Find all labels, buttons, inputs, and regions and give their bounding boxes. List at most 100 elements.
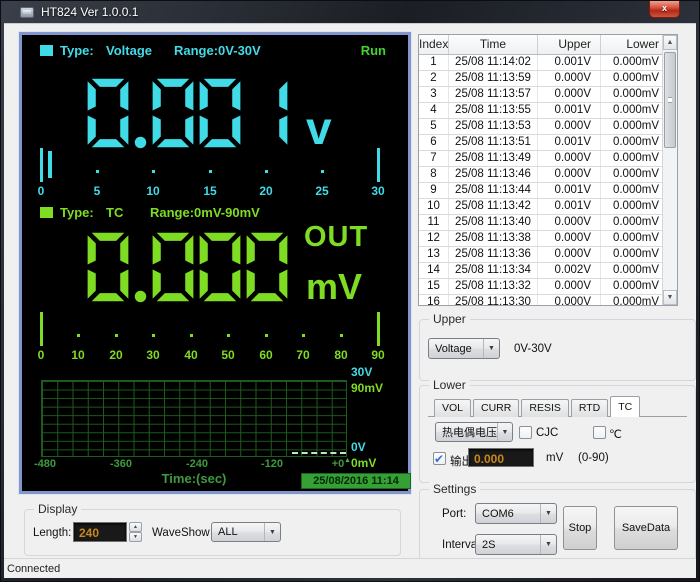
scale-tick-dot: [209, 170, 212, 173]
graph-x-tick: -240: [186, 459, 208, 470]
scale-tick-dot: [152, 334, 155, 337]
table-cell: 25/08 11:13:42: [449, 199, 538, 214]
table-header-cell[interactable]: Upper: [538, 35, 601, 54]
stop-button[interactable]: Stop: [563, 506, 597, 550]
table-row[interactable]: 1425/08 11:13:340.002V0.000mV: [419, 263, 677, 279]
scale-tick-label: 25: [315, 185, 328, 197]
chevron-down-icon: ▼: [264, 523, 280, 541]
tab-vol[interactable]: VOL: [434, 399, 471, 417]
table-row[interactable]: 1225/08 11:13:380.000V0.000mV: [419, 231, 677, 247]
channel-indicator-icon: [40, 207, 53, 218]
status-bar: Connected: [4, 558, 696, 578]
scale-endline: [40, 148, 43, 182]
table-row[interactable]: 525/08 11:13:530.000V0.000mV: [419, 119, 677, 135]
data-table: IndexTimeUpperLower 125/08 11:14:020.001…: [418, 34, 678, 306]
tab-curr[interactable]: CURR: [473, 399, 519, 417]
scroll-up-icon[interactable]: ▲: [663, 35, 677, 50]
scale-tick-label: 0: [38, 185, 45, 197]
table-row[interactable]: 1525/08 11:13:320.000V0.000mV: [419, 279, 677, 295]
spin-down-icon[interactable]: ▼: [129, 532, 142, 542]
table-cell: 0.000mV: [601, 103, 664, 118]
length-spinner[interactable]: ▲ ▼: [129, 522, 142, 542]
table-header-cell[interactable]: Lower: [601, 35, 664, 54]
out-indicator: OUT: [304, 223, 368, 252]
table-cell: 25/08 11:13:44: [449, 183, 538, 198]
tab-rtd[interactable]: RTD: [571, 399, 608, 417]
table-row[interactable]: 1325/08 11:13:360.000V0.000mV: [419, 247, 677, 263]
seven-seg-char: [86, 77, 130, 149]
table-cell: 14: [419, 263, 449, 278]
scale-endline: [377, 148, 380, 182]
scale-tick-dot: [152, 170, 155, 173]
thermocouple-type-select[interactable]: 热电偶电压 ▼: [435, 422, 513, 442]
table-header-cell[interactable]: Index: [419, 35, 449, 54]
table-row[interactable]: 925/08 11:13:440.001V0.000mV: [419, 183, 677, 199]
table-header-cell[interactable]: Time: [449, 35, 538, 54]
seven-seg-char: [133, 231, 148, 303]
interval-select[interactable]: 2S ▼: [475, 534, 557, 555]
output-value-input[interactable]: 0.000: [468, 448, 534, 467]
seven-seg-char: [151, 231, 195, 303]
cjc-checkbox[interactable]: [519, 426, 532, 439]
table-cell: 0.000V: [538, 87, 601, 102]
table-cell: 0.000V: [538, 167, 601, 182]
scale-tick-label: 40: [184, 349, 197, 361]
scale-tick-dot: [96, 170, 99, 173]
waveshow-select[interactable]: ALL ▼: [211, 522, 281, 542]
tab-tc[interactable]: TC: [610, 396, 640, 417]
scale-tick-dot: [340, 334, 343, 337]
celsius-checkbox[interactable]: [593, 426, 606, 439]
upper-scale: 051015202530: [41, 148, 381, 200]
table-row[interactable]: 425/08 11:13:550.001V0.000mV: [419, 103, 677, 119]
table-scrollbar[interactable]: ▲ ▼: [662, 35, 677, 305]
thumb-gripper: [668, 97, 672, 103]
output-checkbox[interactable]: [433, 452, 446, 465]
table-row[interactable]: 625/08 11:13:510.001V0.000mV: [419, 135, 677, 151]
table-cell: 0.000V: [538, 247, 601, 262]
table-row[interactable]: 1025/08 11:13:420.001V0.000mV: [419, 199, 677, 215]
scale-tick-label: 10: [146, 185, 159, 197]
table-cell: 0.001V: [538, 55, 601, 70]
table-row[interactable]: 1125/08 11:13:400.000V0.000mV: [419, 215, 677, 231]
scale-tick-label: 5: [94, 185, 101, 197]
table-cell: 6: [419, 135, 449, 150]
table-cell: 13: [419, 247, 449, 262]
app-icon: [20, 7, 34, 18]
scale-tick-dot: [115, 334, 118, 337]
table-row[interactable]: 725/08 11:13:490.000V0.000mV: [419, 151, 677, 167]
spin-up-icon[interactable]: ▲: [129, 522, 142, 532]
table-cell: 8: [419, 167, 449, 182]
table-cell: 25/08 11:13:59: [449, 71, 538, 86]
table-cell: 0.000mV: [601, 199, 664, 214]
upper-sensor-select[interactable]: Voltage ▼: [428, 338, 500, 359]
title-bar[interactable]: HT824 Ver 1.0.0.1 x: [1, 1, 699, 23]
scale-tick-label: 70: [296, 349, 309, 361]
length-input[interactable]: 240: [73, 522, 127, 542]
save-data-button[interactable]: SaveData: [614, 506, 678, 550]
window-title: HT824 Ver 1.0.0.1: [41, 5, 138, 19]
seven-seg-char: [151, 77, 195, 149]
scale-endline: [40, 312, 43, 346]
upper-range-label: Range:0V-30V: [174, 44, 261, 57]
port-select[interactable]: COM6 ▼: [475, 503, 557, 524]
scrollbar-thumb[interactable]: [664, 52, 676, 148]
scroll-down-icon[interactable]: ▼: [663, 290, 677, 305]
upper-unit: v: [306, 105, 332, 151]
close-button[interactable]: x: [649, 1, 680, 18]
table-cell: 0.000mV: [601, 295, 664, 306]
graph-x-tick: +0: [332, 459, 345, 470]
chevron-down-icon: ▼: [540, 535, 556, 554]
table-cell: 25/08 11:14:02: [449, 55, 538, 70]
table-row[interactable]: 325/08 11:13:570.000V0.000mV: [419, 87, 677, 103]
table-row[interactable]: 125/08 11:14:020.001V0.000mV: [419, 55, 677, 71]
table-row[interactable]: 825/08 11:13:460.000V0.000mV: [419, 167, 677, 183]
chevron-down-icon: ▼: [483, 339, 499, 358]
table-cell: 25/08 11:13:40: [449, 215, 538, 230]
table-cell: 25/08 11:13:46: [449, 167, 538, 182]
scale-tick-label: 20: [259, 185, 272, 197]
table-rows: 125/08 11:14:020.001V0.000mV225/08 11:13…: [419, 55, 677, 306]
table-cell: 25/08 11:13:36: [449, 247, 538, 262]
table-row[interactable]: 225/08 11:13:590.000V0.000mV: [419, 71, 677, 87]
table-row[interactable]: 1625/08 11:13:300.000V0.000mV: [419, 295, 677, 306]
tab-resis[interactable]: RESIS: [521, 399, 569, 417]
